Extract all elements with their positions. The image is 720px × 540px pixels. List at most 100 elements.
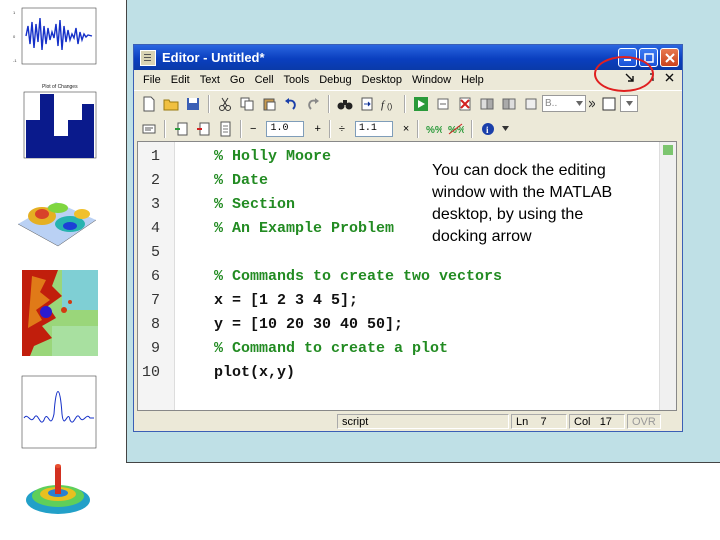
divide-value-button[interactable]: ÷	[335, 123, 349, 135]
menu-window[interactable]: Window	[407, 74, 456, 86]
line-number: 2	[150, 172, 160, 189]
line-number: 4	[150, 220, 160, 237]
undo-button[interactable]	[282, 95, 300, 113]
redo-button[interactable]	[304, 95, 322, 113]
code-line[interactable]: % Section	[214, 196, 295, 213]
stack-combo[interactable]: B..	[542, 95, 586, 112]
hide-cell-titles-button[interactable]: %%	[447, 120, 465, 138]
open-folder-icon	[163, 99, 179, 110]
cell-eval-button[interactable]	[140, 120, 158, 138]
decrement-value-button[interactable]: −	[246, 123, 260, 135]
close-button[interactable]	[660, 48, 679, 67]
function-button[interactable]: f()	[380, 95, 398, 113]
status-line-label: Ln	[516, 416, 529, 428]
multiply-value-button[interactable]: ×	[399, 123, 413, 135]
chevron-right-icon	[589, 100, 595, 107]
toolbar-overflow-button[interactable]	[588, 95, 596, 113]
go-to-button[interactable]	[358, 95, 376, 113]
svg-text:0: 0	[13, 34, 16, 39]
eval-advance-icon	[197, 122, 210, 135]
paste-button[interactable]	[260, 95, 278, 113]
eval-file-icon	[220, 121, 231, 136]
histogram-thumbnail: Plot of Changes	[12, 80, 100, 168]
menu-debug[interactable]: Debug	[314, 74, 356, 86]
undo-icon	[285, 97, 296, 110]
menu-go[interactable]: Go	[225, 74, 250, 86]
layout-button[interactable]	[600, 95, 618, 113]
code-line[interactable]: y = [10 20 30 40 50];	[214, 316, 403, 333]
menu-edit[interactable]: Edit	[166, 74, 195, 86]
vertical-scrollbar[interactable]	[659, 142, 676, 410]
line-number-gutter: 1 2 3 4 5 6 7 8 9 10	[138, 142, 175, 410]
menu-file[interactable]: File	[138, 74, 166, 86]
step-out-button[interactable]	[500, 95, 518, 113]
code-line[interactable]: % Commands to create two vectors	[214, 268, 502, 285]
status-column: Col 17	[569, 414, 625, 429]
step-in-icon	[480, 98, 494, 109]
cell-mode-toolbar: − 1.0 + ÷ 1.1 × %% %% i	[134, 116, 682, 141]
close-icon	[665, 73, 674, 82]
debug-step-button[interactable]	[434, 95, 452, 113]
line-number: 7	[150, 292, 160, 309]
menu-tools[interactable]: Tools	[279, 74, 315, 86]
exit-debug-button[interactable]	[522, 95, 540, 113]
multiply-value-input[interactable]: 1.1	[354, 120, 393, 137]
find-button[interactable]	[336, 95, 354, 113]
layout-combo[interactable]	[620, 95, 638, 112]
sinc-line-plot-thumbnail	[12, 372, 100, 456]
toolbar-separator	[417, 119, 420, 138]
menu-desktop[interactable]: Desktop	[357, 74, 407, 86]
save-button[interactable]	[184, 95, 202, 113]
scissors-icon	[219, 97, 231, 111]
code-line[interactable]: % Command to create a plot	[214, 340, 448, 357]
cell-info-menu-button[interactable]	[501, 120, 509, 138]
increment-value-button[interactable]: +	[310, 123, 324, 135]
toolbar-separator	[208, 94, 210, 113]
status-line-value: 7	[540, 416, 547, 428]
new-file-button[interactable]	[140, 95, 158, 113]
svg-text:-1: -1	[13, 58, 17, 63]
cut-button[interactable]	[216, 95, 234, 113]
eval-cell-icon	[175, 122, 188, 135]
step-in-button[interactable]	[478, 95, 496, 113]
cell-info-button[interactable]: i	[479, 120, 497, 138]
eval-cell-advance-button[interactable]	[194, 120, 212, 138]
editor-close-button[interactable]	[665, 73, 674, 86]
copy-button[interactable]	[238, 95, 256, 113]
code-line[interactable]: % Date	[214, 172, 268, 189]
cell-titles-off-icon: %%	[448, 123, 464, 136]
step-icon	[437, 98, 449, 109]
toolbar-separator	[328, 94, 330, 113]
menu-text[interactable]: Text	[195, 74, 225, 86]
surface-plot-thumbnail	[12, 172, 100, 258]
code-line[interactable]: % Holly Moore	[214, 148, 331, 165]
line-number: 9	[150, 340, 160, 357]
decrement-value-input[interactable]: 1.0	[266, 120, 305, 137]
3d-surface-thumbnail	[12, 460, 100, 526]
menu-cell[interactable]: Cell	[250, 74, 279, 86]
stack-combo-value: B..	[545, 98, 558, 109]
clear-breakpoints-button[interactable]	[456, 95, 474, 113]
status-column-value: 17	[599, 416, 612, 428]
menu-help[interactable]: Help	[456, 74, 489, 86]
show-cell-titles-button[interactable]: %%	[425, 120, 443, 138]
eval-file-button[interactable]	[216, 120, 234, 138]
info-icon: i	[482, 122, 495, 135]
thumbnail-strip: 1 0 -1 Plot of Changes	[0, 0, 118, 540]
code-line[interactable]: plot(x,y)	[214, 364, 295, 381]
run-button[interactable]	[412, 95, 430, 113]
fractal-image-thumbnail	[12, 266, 100, 362]
run-icon	[414, 96, 428, 111]
code-line[interactable]: x = [1 2 3 4 5];	[214, 292, 358, 309]
status-line: Ln 7	[511, 414, 567, 429]
svg-text:f: f	[381, 99, 386, 111]
open-file-button[interactable]	[162, 95, 180, 113]
line-number: 8	[150, 316, 160, 333]
scroll-status-indicator	[663, 145, 673, 155]
code-line[interactable]: % An Example Problem	[214, 220, 394, 237]
window-layout-icon	[602, 97, 616, 110]
exit-debug-icon	[525, 98, 537, 109]
eval-cell-button[interactable]	[172, 120, 190, 138]
svg-text:%%: %%	[426, 125, 442, 136]
chevron-down-icon	[625, 101, 633, 106]
